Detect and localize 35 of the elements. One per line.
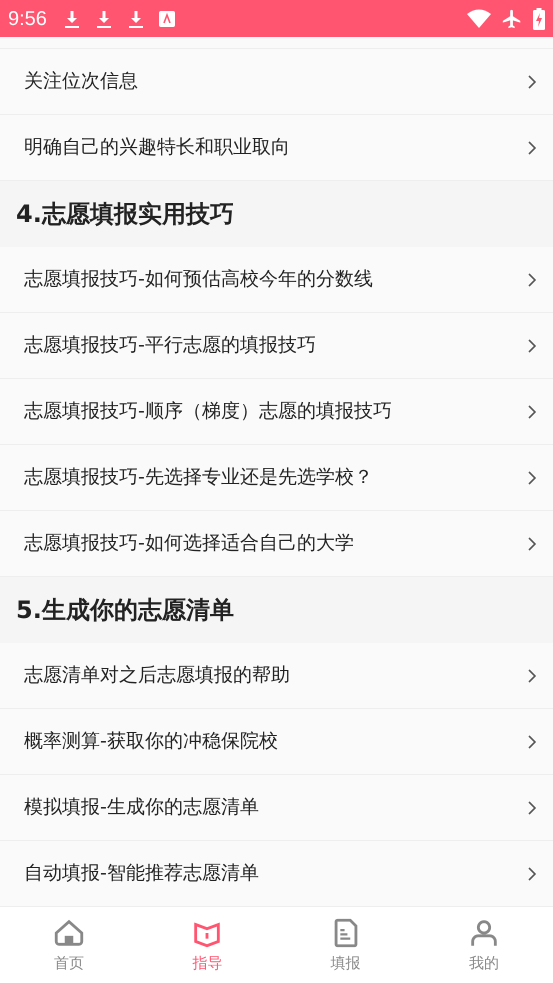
status-time: 9:56 <box>8 6 47 32</box>
chevron-right-icon <box>527 272 537 288</box>
section-heading: 5.生成你的志愿清单 <box>16 595 234 626</box>
list-item[interactable]: 志愿填报技巧-顺序（梯度）志愿的填报技巧 <box>0 379 553 445</box>
list-item[interactable]: 自动填报-智能推荐志愿清单 <box>0 841 553 906</box>
chevron-right-icon <box>527 338 537 354</box>
chevron-right-icon <box>527 536 537 552</box>
nav-tab[interactable]: 首页 <box>0 907 138 983</box>
chevron-right-icon <box>527 140 537 156</box>
chevron-right-icon <box>527 866 537 882</box>
chevron-right-icon <box>527 668 537 684</box>
wifi-icon <box>467 8 491 28</box>
list-item[interactable]: 志愿填报技巧-平行志愿的填报技巧 <box>0 313 553 379</box>
list-item[interactable]: 志愿清单对之后志愿填报的帮助 <box>0 643 553 709</box>
chevron-right-icon <box>527 470 537 486</box>
list-item[interactable]: 模拟填报-生成你的志愿清单 <box>0 775 553 841</box>
chevron-right-icon <box>527 734 537 750</box>
nav-tab[interactable]: 我的 <box>414 907 553 983</box>
list-item[interactable]: 志愿填报技巧-如何预估高校今年的分数线 <box>0 247 553 313</box>
download-icon <box>62 8 81 28</box>
list-item[interactable]: 志愿填报技巧-如何选择适合自己的大学 <box>0 511 553 577</box>
chevron-right-icon <box>527 404 537 420</box>
keyboard-icon <box>158 10 175 26</box>
battery-charging-icon <box>533 8 545 30</box>
airplane-icon <box>501 8 523 30</box>
download-icon <box>94 8 113 28</box>
nav-tab[interactable]: 填报 <box>276 907 415 983</box>
chevron-right-icon <box>527 800 537 816</box>
download-icon <box>126 8 145 28</box>
list-item[interactable]: 概率测算-获取你的冲稳保院校 <box>0 709 553 775</box>
chevron-right-icon <box>527 74 537 90</box>
list-item[interactable]: 明确自己的兴趣特长和职业取向 <box>0 115 553 181</box>
list-item[interactable]: 关注位次信息 <box>0 49 553 115</box>
list-item[interactable]: 志愿填报技巧-先选择专业还是先选学校？ <box>0 445 553 511</box>
section-heading: 4.志愿填报实用技巧 <box>16 199 234 230</box>
